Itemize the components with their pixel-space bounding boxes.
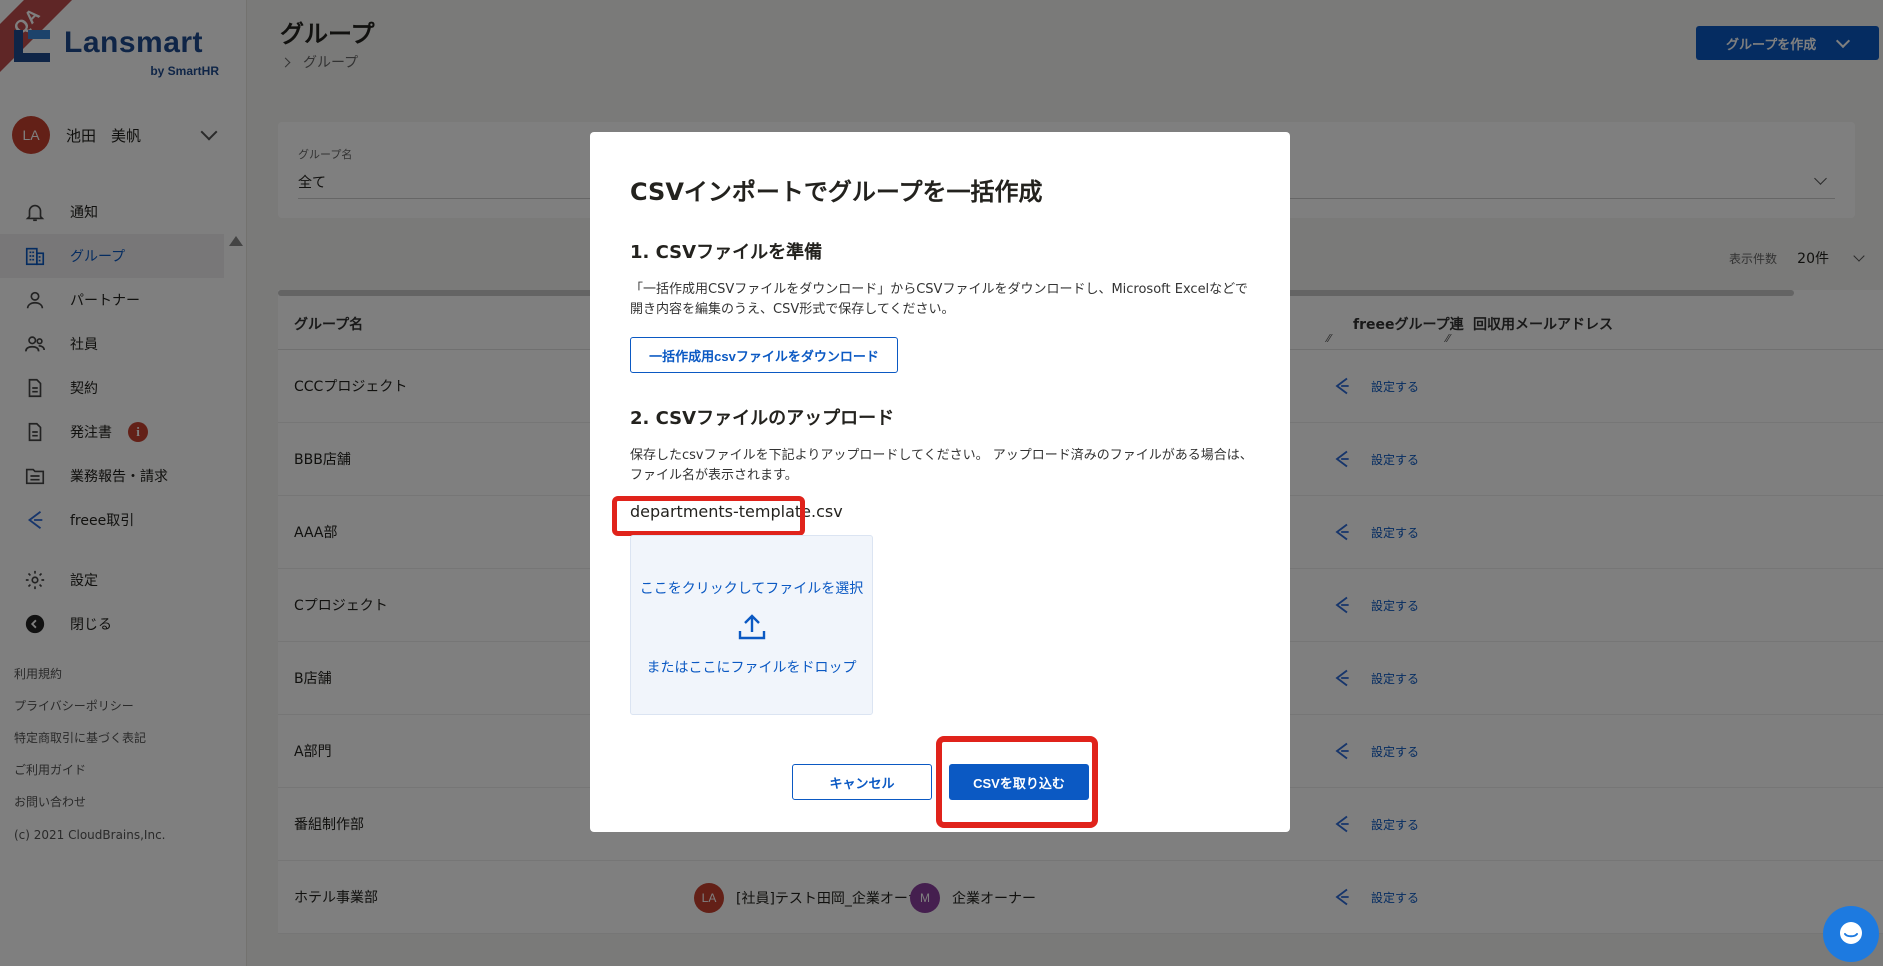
- cancel-button[interactable]: キャンセル: [792, 764, 932, 800]
- modal-title: CSVインポートでグループを一括作成: [630, 178, 1043, 206]
- chat-button[interactable]: [1823, 906, 1879, 962]
- step1-description: 「一括作成用CSVファイルをダウンロード」からCSVファイルをダウンロードし、M…: [630, 282, 1248, 317]
- highlight-import-button: [936, 736, 1098, 828]
- upload-icon: [738, 614, 766, 640]
- csv-import-modal: CSVインポートでグループを一括作成 1. CSVファイルを準備 「一括作成用C…: [590, 132, 1290, 832]
- step2-title: 2. CSVファイルのアップロード: [630, 408, 895, 429]
- download-template-button[interactable]: 一括作成用csvファイルをダウンロード: [630, 337, 898, 373]
- file-dropzone[interactable]: ここをクリックしてファイルを選択 またはここにファイルをドロップ: [630, 535, 873, 715]
- dropzone-drop-text: またはここにファイルをドロップ: [646, 660, 857, 676]
- highlight-file-name: [612, 496, 805, 536]
- dropzone-click-text: ここをクリックしてファイルを選択: [639, 581, 864, 597]
- chat-icon: [1840, 922, 1862, 944]
- step2-description: 保存したcsvファイルを下記よりアップロードしてください。 アップロード済みのフ…: [630, 448, 1253, 483]
- step1-title: 1. CSVファイルを準備: [630, 242, 823, 263]
